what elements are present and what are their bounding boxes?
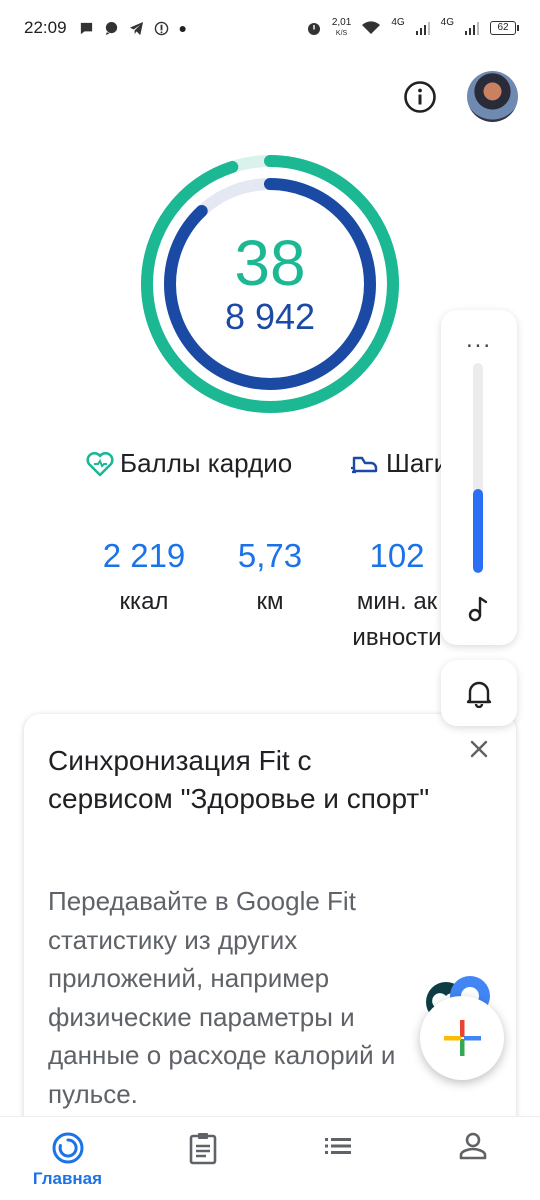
sync-promo-card[interactable]: Синхронизация Fit с сервисом "Здоровье и… bbox=[24, 714, 516, 1174]
music-note-icon[interactable] bbox=[465, 594, 493, 622]
volume-slider-fill bbox=[473, 489, 483, 573]
legend-cardio-label: Баллы кардио bbox=[120, 448, 293, 478]
wifi-icon bbox=[362, 21, 381, 34]
ringer-mode-button[interactable] bbox=[441, 660, 517, 726]
calories-label: ккал bbox=[119, 588, 169, 615]
nav-home[interactable]: Главная bbox=[0, 1117, 135, 1200]
network-speed: 2,01 K/S bbox=[331, 16, 352, 37]
active-minutes-label: мин. ак ивности bbox=[337, 584, 457, 656]
heart-points-value: 38 bbox=[234, 227, 306, 299]
home-ring-icon bbox=[52, 1132, 83, 1164]
distance-label: км bbox=[256, 588, 284, 615]
card-body: Передавайте в Google Fit статистику из д… bbox=[48, 886, 396, 1109]
more-notifications-dot: ● bbox=[178, 20, 188, 36]
active-minutes-label-line1: мин. ак bbox=[356, 588, 438, 615]
distance-value: 5,73 bbox=[237, 537, 303, 574]
heart-icon bbox=[86, 451, 114, 476]
nav-browse[interactable] bbox=[270, 1117, 405, 1200]
alarm-icon bbox=[307, 23, 320, 35]
stat-calories: 2 219 ккал bbox=[94, 534, 194, 620]
status-time: 22:09 bbox=[24, 18, 67, 37]
shoe-icon bbox=[351, 456, 378, 473]
legend-steps-label: Шаги bbox=[386, 448, 449, 478]
network-type-2: 4G bbox=[440, 16, 454, 28]
list-icon bbox=[324, 1138, 351, 1154]
avatar[interactable] bbox=[467, 71, 518, 122]
telegram-icon bbox=[129, 21, 143, 35]
message-bubble-icon bbox=[80, 22, 92, 34]
signal-icon-2 bbox=[465, 22, 479, 35]
notification-icons: ● bbox=[79, 20, 187, 36]
nav-journal[interactable] bbox=[135, 1117, 270, 1200]
volume-slider[interactable] bbox=[473, 363, 483, 573]
close-icon[interactable] bbox=[468, 738, 490, 760]
legend-steps[interactable]: Шаги bbox=[350, 448, 448, 479]
nav-home-label: Главная bbox=[32, 1169, 103, 1188]
stat-active-minutes: 102 мин. ак ивности bbox=[337, 534, 457, 656]
status-bar: 22:09 ● 2,01 K/S 4G 4G 62 bbox=[0, 0, 540, 56]
nav-profile[interactable] bbox=[405, 1117, 540, 1200]
card-title: Синхронизация Fit с сервисом "Здоровье и… bbox=[48, 745, 430, 814]
info-icon[interactable] bbox=[403, 80, 437, 114]
battery-indicator: 62 bbox=[490, 21, 519, 35]
chat-icon bbox=[105, 21, 117, 35]
legend-cardio[interactable]: Баллы кардио bbox=[86, 448, 292, 479]
steps-value: 8 942 bbox=[224, 296, 316, 337]
plus-icon bbox=[444, 1020, 481, 1056]
clipboard-icon bbox=[189, 1133, 216, 1165]
more-options-button[interactable]: ... bbox=[441, 328, 517, 352]
network-type-1: 4G bbox=[391, 16, 405, 28]
signal-icon bbox=[415, 22, 430, 35]
volume-panel[interactable]: ... bbox=[441, 310, 517, 645]
stat-distance: 5,73 км bbox=[225, 534, 315, 620]
security-icon bbox=[154, 21, 168, 35]
calories-value: 2 219 bbox=[102, 537, 186, 574]
active-minutes-label-line2: ивности bbox=[352, 624, 442, 651]
person-icon bbox=[459, 1132, 486, 1160]
bell-icon bbox=[466, 681, 492, 708]
active-minutes-value: 102 bbox=[369, 537, 425, 574]
bottom-navigation: Главная bbox=[0, 1116, 540, 1200]
add-fab-button[interactable] bbox=[420, 996, 504, 1080]
